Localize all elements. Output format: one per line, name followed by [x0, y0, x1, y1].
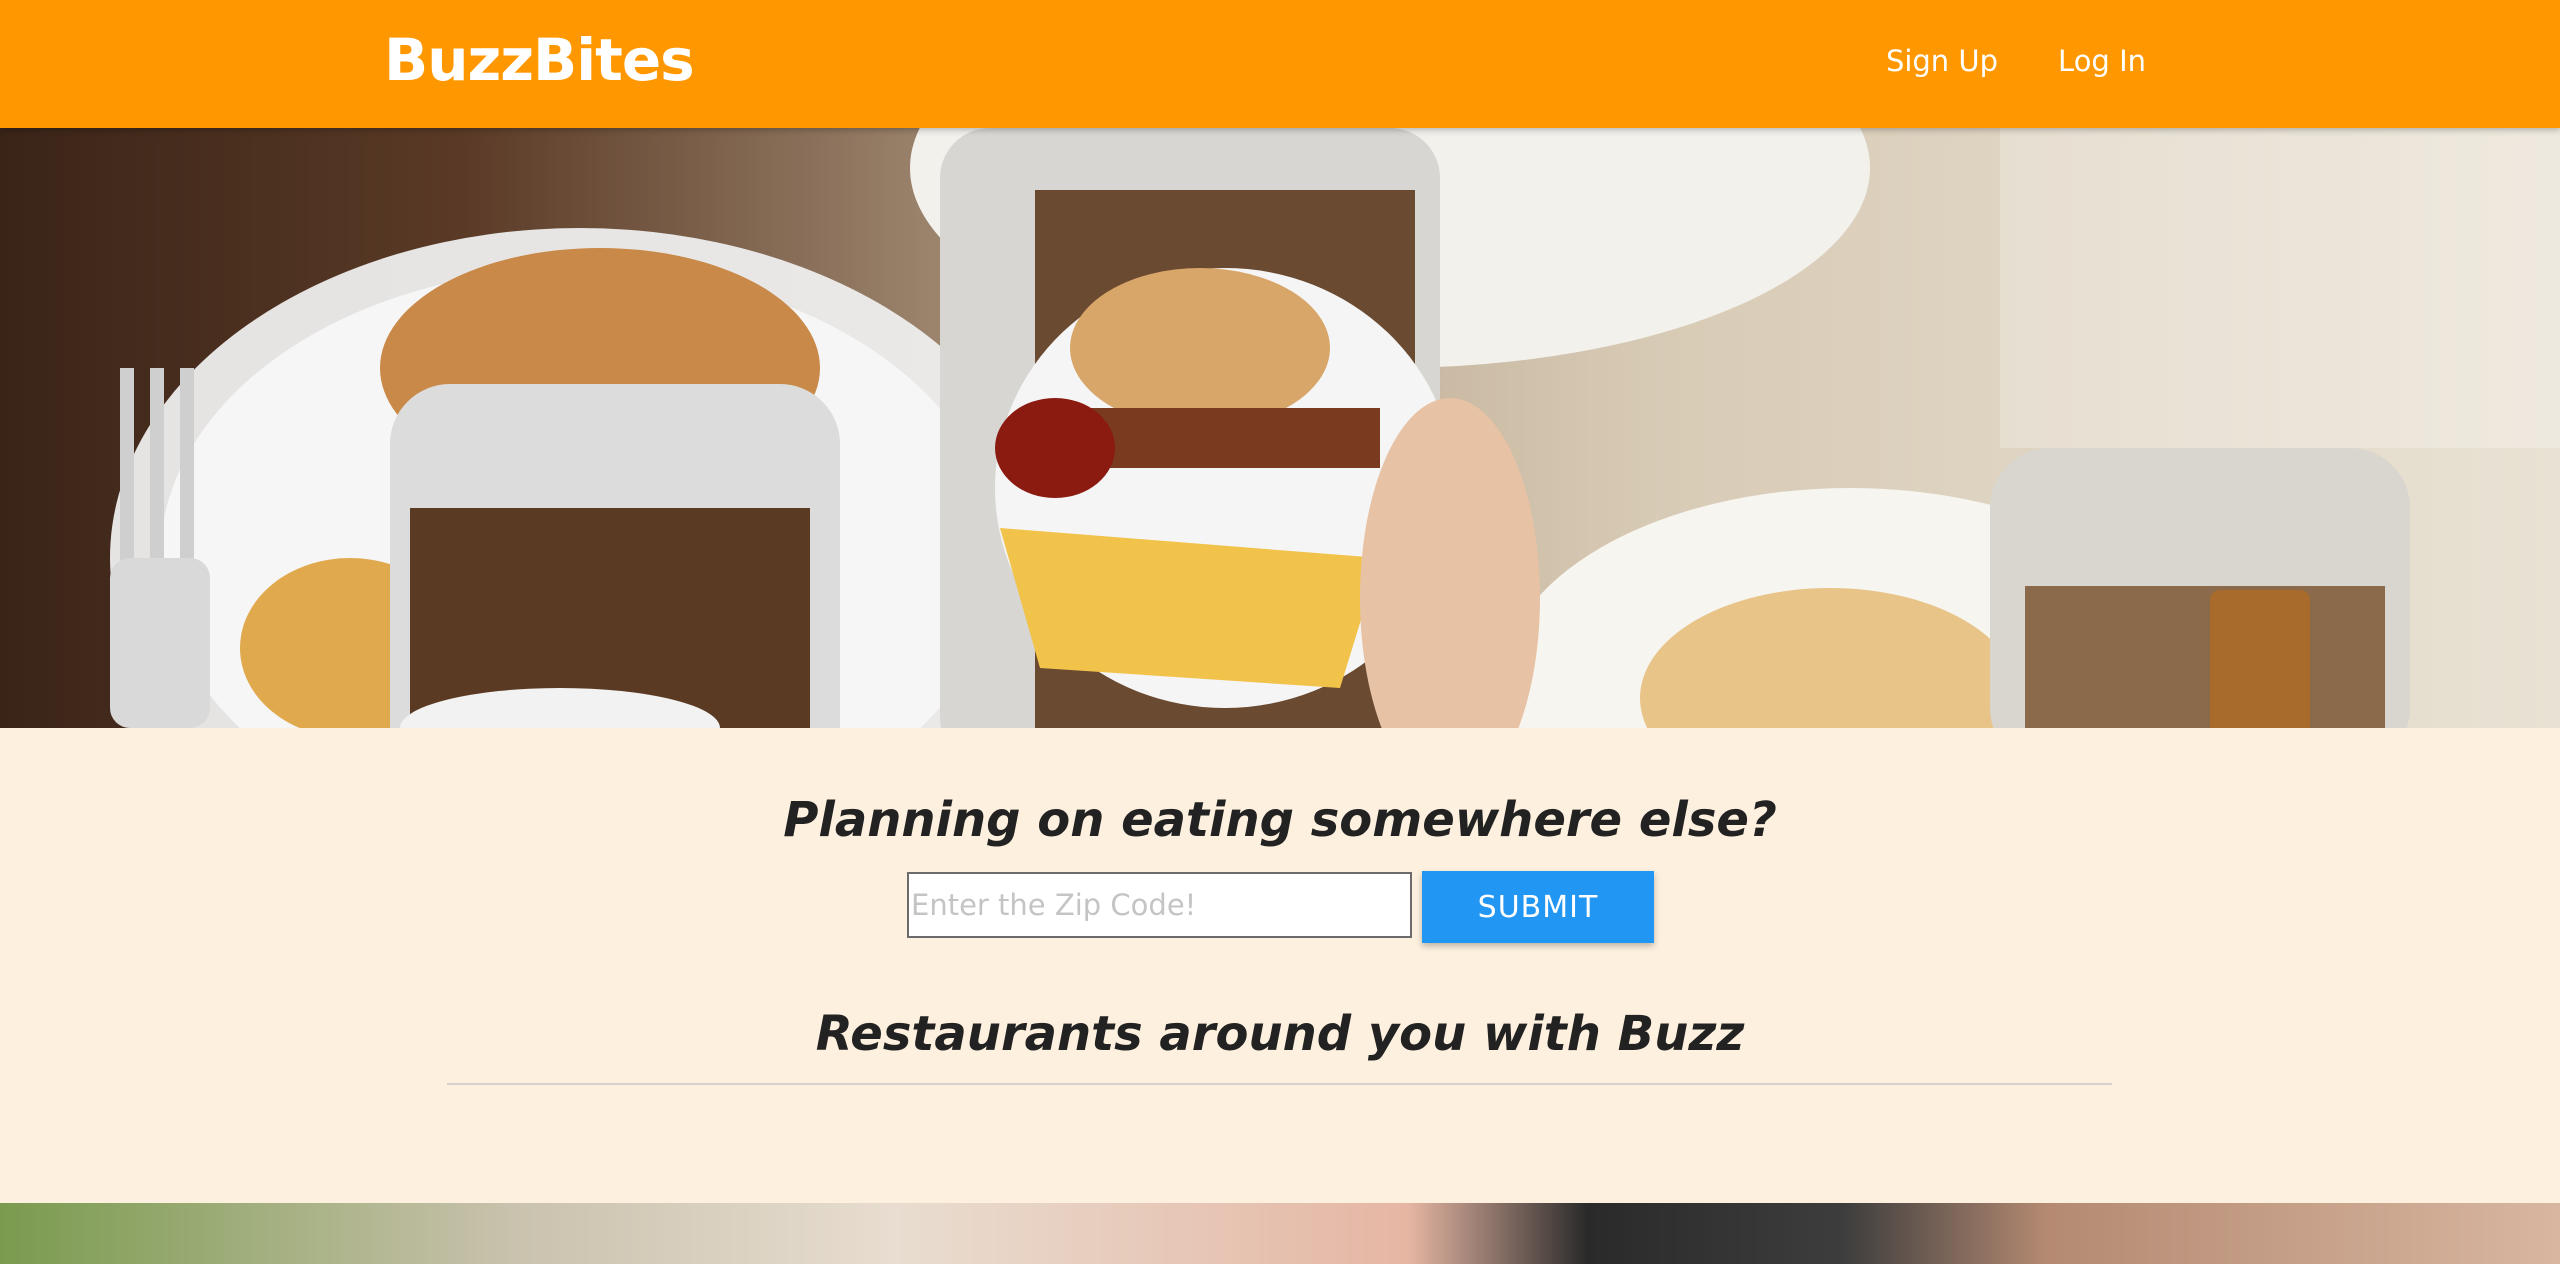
restaurants-heading: Restaurants around you with Buzz	[815, 1006, 1745, 1062]
zip-search-form: SUBMIT	[907, 871, 1654, 943]
nav-links: Sign Up Log In	[1886, 44, 2146, 78]
hero-image	[0, 128, 2560, 728]
brand-logo[interactable]: BuzzBites	[384, 26, 695, 94]
planning-heading: Planning on eating somewhere else?	[783, 792, 1777, 848]
submit-button[interactable]: SUBMIT	[1422, 871, 1654, 943]
main-content: Planning on eating somewhere else? SUBMI…	[0, 728, 2560, 1203]
zip-code-input[interactable]	[907, 872, 1412, 938]
signup-link[interactable]: Sign Up	[1886, 44, 1998, 78]
footer-photo-strip	[0, 1203, 2560, 1264]
login-link[interactable]: Log In	[2058, 44, 2146, 78]
section-divider	[447, 1083, 2112, 1085]
hero-food-illustration	[110, 128, 2560, 728]
top-navbar: BuzzBites Sign Up Log In	[0, 0, 2560, 128]
